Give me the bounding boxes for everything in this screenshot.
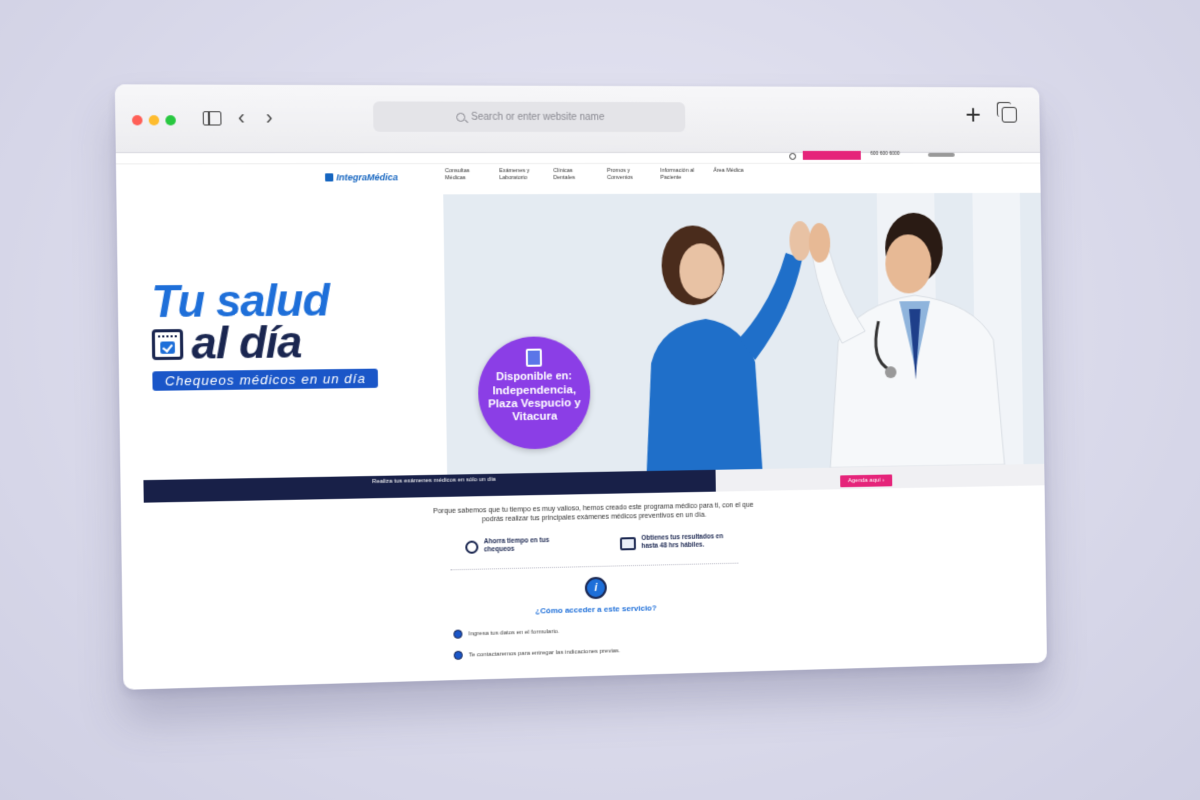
hero-subtitle-row: al día bbox=[151, 317, 302, 369]
site-navbar: IntegraMédica Consultas Médicas Exámenes… bbox=[115, 162, 1041, 196]
step-bullet-icon bbox=[453, 650, 463, 660]
utility-link[interactable] bbox=[927, 152, 955, 157]
nav-item-clinicas-dentales[interactable]: Clínicas Dentales bbox=[553, 168, 593, 182]
step-item: Ingresa tus datos en el formulario. bbox=[453, 614, 1046, 639]
main-nav: Consultas Médicas Exámenes y Laboratorio… bbox=[445, 168, 753, 182]
feature-time: Ahorra tiempo en tus chequeos bbox=[464, 536, 568, 555]
nav-item-promos[interactable]: Promos y Convenios bbox=[607, 168, 647, 182]
phone-number: 600 600 6000 bbox=[870, 150, 900, 157]
back-arrow-icon[interactable]: ‹ bbox=[238, 106, 245, 128]
zoom-window-button[interactable] bbox=[165, 115, 176, 126]
agenda-button[interactable]: Agenda aquí › bbox=[840, 474, 892, 488]
clock-icon bbox=[464, 540, 478, 554]
nav-item-area-medica[interactable]: Área Médica bbox=[713, 168, 752, 182]
calendar-check-icon bbox=[151, 329, 184, 361]
building-icon bbox=[525, 348, 543, 367]
info-icon: i bbox=[584, 576, 607, 600]
logo-mark-icon bbox=[325, 173, 334, 182]
step-bullet-icon bbox=[453, 629, 463, 639]
nav-item-informacion[interactable]: Información al Paciente bbox=[660, 168, 700, 182]
feature-time-text: Ahorra tiempo en tus chequeos bbox=[483, 536, 550, 554]
step-text: Ingresa tus datos en el formulario. bbox=[468, 628, 560, 637]
step-text: Te contactaremos para entregar las indic… bbox=[468, 647, 621, 659]
site-logo[interactable]: IntegraMédica bbox=[325, 172, 398, 182]
features-row: Ahorra tiempo en tus chequeos Obtienes t… bbox=[121, 526, 1045, 562]
steps-list: Ingresa tus datos en el formulario. Te c… bbox=[453, 614, 1046, 660]
pink-action-button[interactable] bbox=[802, 150, 861, 160]
availability-locations: Independencia, Plaza Vespucio y Vitacura bbox=[488, 384, 581, 424]
close-window-button[interactable] bbox=[131, 115, 143, 126]
site-search-icon[interactable] bbox=[789, 152, 797, 160]
hero-pill: Chequeos médicos en un día bbox=[152, 368, 379, 391]
address-placeholder: Search or enter website name bbox=[471, 111, 605, 123]
browser-toolbar: ‹ › Search or enter website name + bbox=[114, 84, 1041, 154]
results-document-icon bbox=[619, 536, 636, 550]
step-item: Te contactaremos para entregar las indic… bbox=[453, 634, 1047, 660]
logo-text: IntegraMédica bbox=[336, 172, 399, 183]
minimize-window-button[interactable] bbox=[148, 115, 160, 126]
forward-arrow-icon[interactable]: › bbox=[266, 106, 273, 128]
intro-paragraph: Porque sabemos que tu tiempo es muy vali… bbox=[432, 501, 754, 524]
browser-window: ‹ › Search or enter website name + 600 6… bbox=[114, 84, 1047, 690]
search-icon bbox=[455, 112, 466, 122]
agenda-button-label: Agenda aquí bbox=[847, 477, 881, 485]
feature-results-text: Obtienes tus resultados en hasta 48 hrs … bbox=[641, 533, 724, 550]
tab-overview-icon[interactable] bbox=[1001, 106, 1017, 123]
availability-heading: Disponible en: bbox=[496, 370, 573, 384]
nav-item-consultas[interactable]: Consultas Médicas bbox=[445, 168, 485, 182]
hero-section: Tu salud al día Chequeos médicos en un d… bbox=[116, 192, 1045, 481]
nav-item-examenes[interactable]: Exámenes y Laboratorio bbox=[499, 168, 539, 182]
feature-results: Obtienes tus resultados en hasta 48 hrs … bbox=[619, 533, 724, 551]
new-tab-plus-icon[interactable]: + bbox=[965, 99, 981, 129]
stage: ‹ › Search or enter website name + 600 6… bbox=[0, 0, 1200, 800]
address-bar[interactable]: Search or enter website name bbox=[373, 101, 686, 133]
hero-subtitle: al día bbox=[191, 317, 302, 369]
dotted-divider bbox=[450, 562, 739, 571]
sidebar-icon[interactable] bbox=[202, 111, 222, 126]
